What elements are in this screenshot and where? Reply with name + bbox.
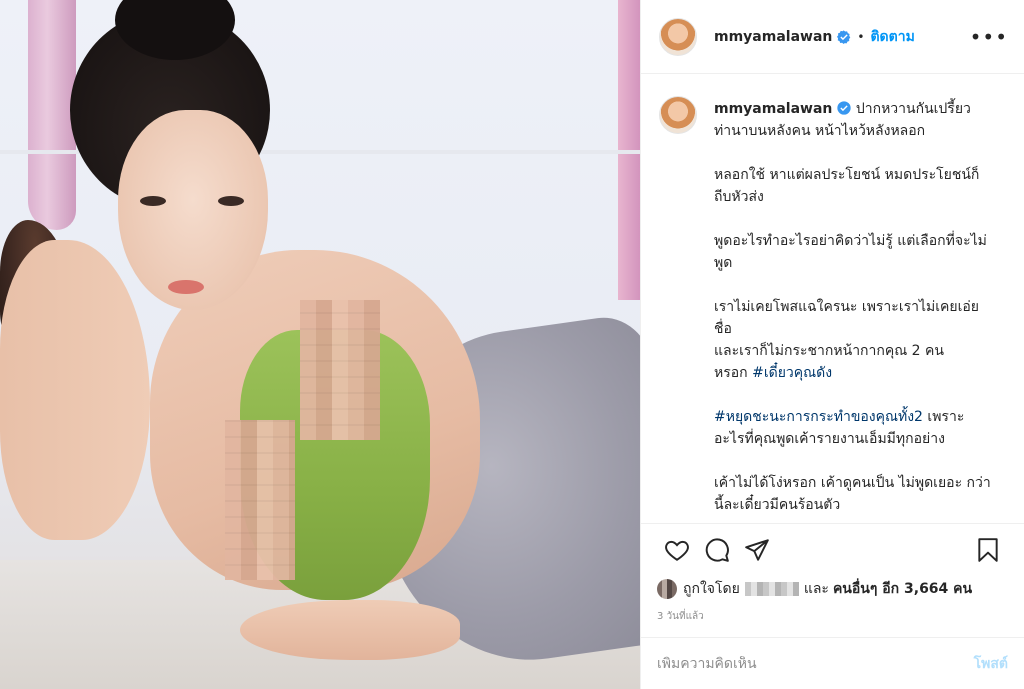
comment-icon <box>705 537 729 562</box>
post-photo[interactable] <box>0 0 640 689</box>
caption-username[interactable]: mmyamalawan <box>714 101 832 117</box>
post-sidebar: mmyamalawan • ติดตาม ••• mmyamalawan ปาก… <box>640 0 1024 689</box>
caption-avatar[interactable] <box>659 96 697 134</box>
bookmark-icon <box>978 537 998 562</box>
pink-curtain-left <box>28 0 76 230</box>
comment-button[interactable] <box>697 530 737 570</box>
likes-others-link[interactable]: คนอื่นๆ อีก 3,664 คน <box>833 578 972 600</box>
eye <box>140 196 166 206</box>
blurred-liker-name[interactable] <box>744 582 799 596</box>
more-options-button[interactable]: ••• <box>970 27 1008 47</box>
comment-input[interactable] <box>657 655 974 672</box>
comment-form: โพสต์ <box>641 637 1024 689</box>
follow-button[interactable]: ติดตาม <box>870 26 914 48</box>
likes-and: และ <box>803 581 829 597</box>
hashtag-link[interactable]: #เดี๋ยวคุณดัง <box>752 365 832 381</box>
liker-avatar[interactable] <box>657 579 677 599</box>
eye <box>218 196 244 206</box>
avatar[interactable] <box>659 17 697 56</box>
instagram-post: mmyamalawan • ติดตาม ••• mmyamalawan ปาก… <box>0 0 1024 689</box>
censor-pixelation <box>300 300 380 440</box>
share-icon <box>745 538 769 561</box>
post-header: mmyamalawan • ติดตาม ••• <box>641 0 1024 74</box>
caption-text: mmyamalawan ปากหวานกันเปรี้ยว ท่านาบนหลั… <box>714 98 994 523</box>
hashtag-link[interactable]: #หยุดชะนะการกระทำของคุณทั้ง2 <box>714 409 923 425</box>
caption-block: mmyamalawan ปากหวานกันเปรี้ยว ท่านาบนหลั… <box>641 74 1024 523</box>
hand <box>240 600 460 660</box>
action-bar <box>641 523 1024 575</box>
post-comment-button[interactable]: โพสต์ <box>974 653 1008 675</box>
raised-arm <box>0 240 150 540</box>
likes-summary: ถูกใจโดย และ คนอื่นๆ อีก 3,664 คน <box>641 575 1024 603</box>
verified-badge-icon <box>837 29 851 44</box>
censor-pixelation <box>225 420 295 580</box>
verified-badge-icon <box>837 101 852 115</box>
like-button[interactable] <box>657 530 697 570</box>
share-button[interactable] <box>737 530 777 570</box>
lips <box>168 280 204 294</box>
save-button[interactable] <box>968 530 1008 570</box>
likes-prefix: ถูกใจโดย <box>683 581 740 597</box>
separator-dot: • <box>857 29 865 44</box>
post-timestamp[interactable]: 3 วันที่แล้ว <box>641 603 1024 637</box>
username-link[interactable]: mmyamalawan <box>714 29 832 45</box>
heart-icon <box>665 540 689 561</box>
caption-body: ปากหวานกันเปรี้ยว ท่านาบนหลังคน หน้าไหว้… <box>714 101 987 381</box>
